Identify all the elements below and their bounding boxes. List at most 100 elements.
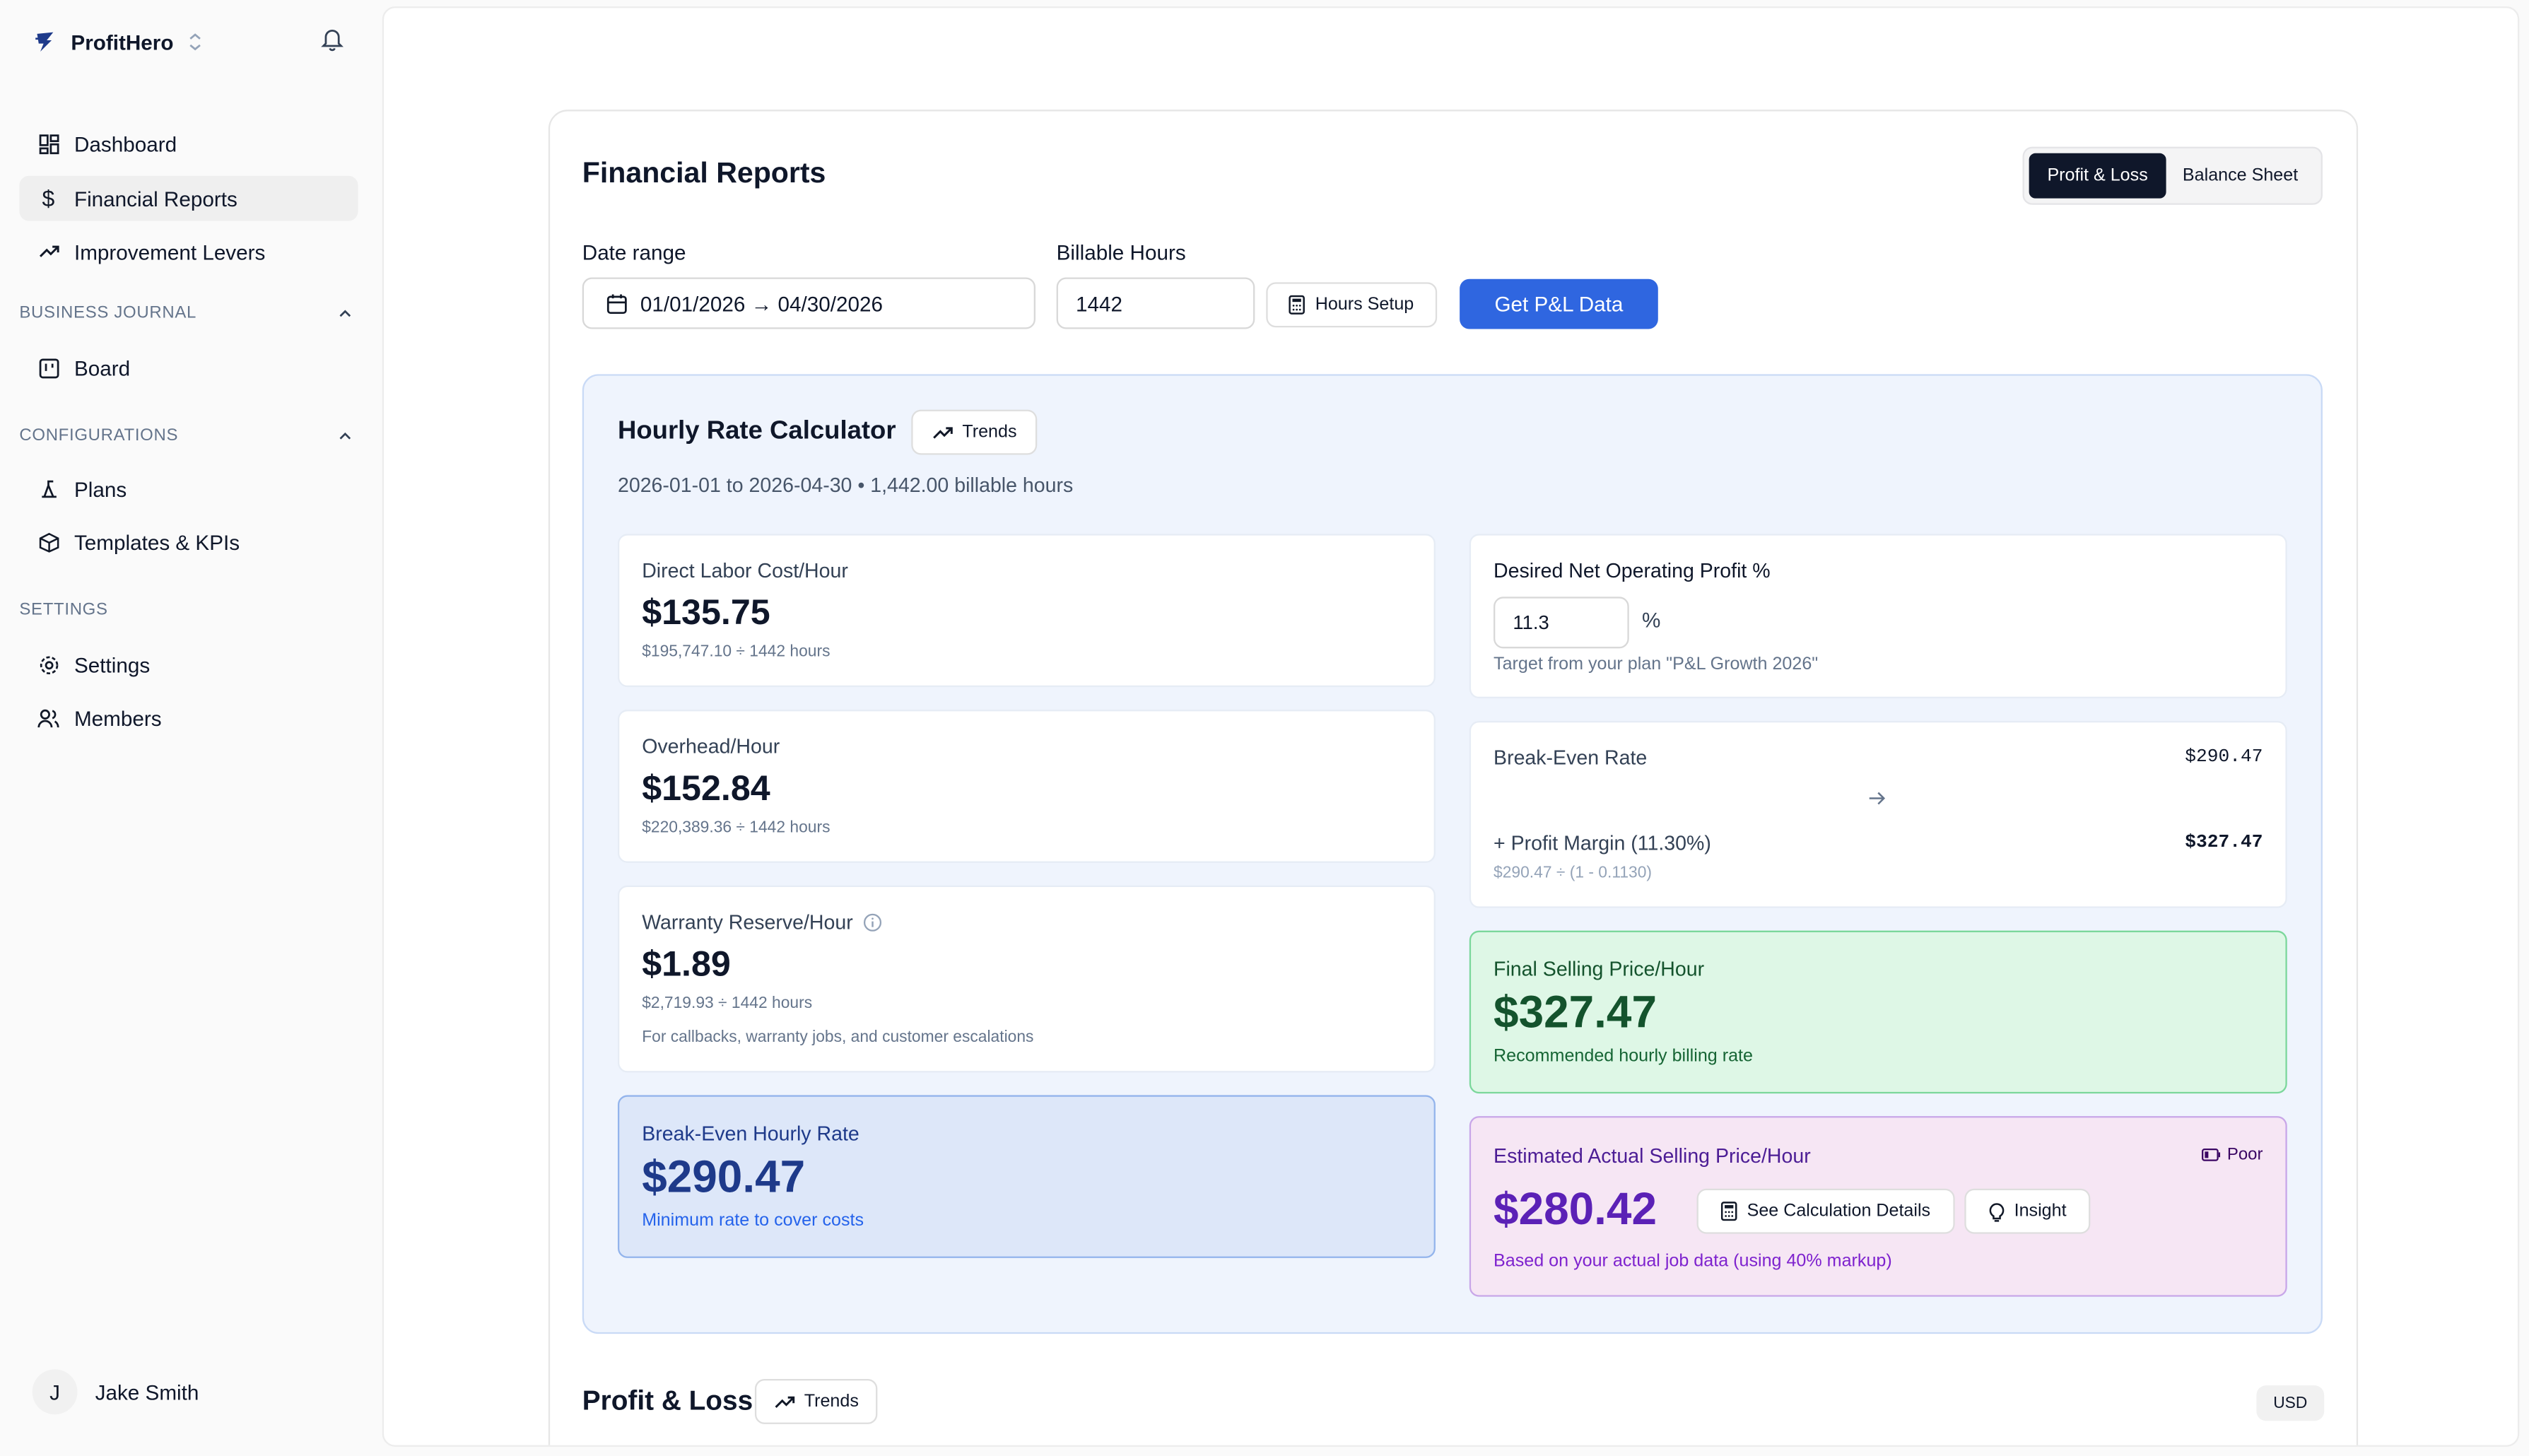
warranty-value: $1.89 xyxy=(642,943,731,984)
calculator-title: Hourly Rate Calculator xyxy=(617,418,896,445)
warranty-label: Warranty Reserve/Hour xyxy=(642,911,853,934)
plans-icon xyxy=(37,477,59,500)
estimated-price-note: Based on your actual job data (using 40%… xyxy=(1494,1251,1892,1272)
trends-label: Trends xyxy=(962,422,1017,442)
sidebar: ProfitHero Dashboard $ Financial Reports… xyxy=(0,0,382,1456)
status-badge: Poor xyxy=(2201,1145,2263,1165)
trending-up-icon xyxy=(932,425,953,440)
arrow-right-icon xyxy=(1867,790,1887,806)
direct-labor-label: Direct Labor Cost/Hour xyxy=(642,559,848,582)
trending-up-icon xyxy=(773,1395,794,1409)
sidebar-item-templates-kpis[interactable]: Templates & KPIs xyxy=(19,519,358,565)
desired-profit-card: Desired Net Operating Profit % % Target … xyxy=(1469,534,2287,699)
overhead-card: Overhead/Hour $152.84 $220,389.36 ÷ 1442… xyxy=(617,710,1436,863)
chevron-up-icon xyxy=(339,303,351,322)
warranty-card: Warranty Reserve/Hour $1.89 $2,719.93 ÷ … xyxy=(617,885,1436,1073)
date-range-value: 01/01/2026 → 04/30/2026 xyxy=(640,290,884,316)
insight-label: Insight xyxy=(2014,1202,2067,1221)
currency-badge: USD xyxy=(2256,1385,2325,1421)
hourly-rate-calculator: Hourly Rate Calculator Trends 2026-01-01… xyxy=(582,374,2323,1334)
sidebar-item-label: Templates & KPIs xyxy=(74,529,240,554)
users-icon xyxy=(37,706,59,729)
date-range-label: Date range xyxy=(582,240,686,265)
estimated-price-value: $280.42 xyxy=(1494,1183,1657,1234)
section-title: SETTINGS xyxy=(19,599,108,620)
billable-hours-label: Billable Hours xyxy=(1056,240,1186,265)
overhead-formula: $220,389.36 ÷ 1442 hours xyxy=(642,819,831,838)
final-price-note: Recommended hourly billing rate xyxy=(1494,1046,1753,1067)
final-price-label: Final Selling Price/Hour xyxy=(1494,958,1705,981)
break-even-value: $290.47 xyxy=(642,1151,806,1202)
pl-trends-button[interactable]: Trends xyxy=(754,1379,878,1424)
warranty-note: For callbacks, warranty jobs, and custom… xyxy=(642,1028,1034,1047)
status-label: Poor xyxy=(2226,1145,2263,1165)
dashboard-grid-icon xyxy=(37,132,59,155)
get-pl-data-button[interactable]: Get P&L Data xyxy=(1460,278,1658,329)
main-content: Financial Reports Profit & Loss Balance … xyxy=(382,6,2520,1447)
final-price-card: Final Selling Price/Hour $327.47 Recomme… xyxy=(1469,930,2287,1094)
info-icon[interactable] xyxy=(862,913,881,932)
hours-setup-button[interactable]: Hours Setup xyxy=(1266,282,1438,328)
calculator-icon xyxy=(1721,1202,1737,1221)
section-title: BUSINESS JOURNAL xyxy=(19,303,196,323)
brand-switcher[interactable]: ProfitHero xyxy=(33,26,203,59)
insight-button[interactable]: Insight xyxy=(1964,1188,2091,1234)
brand-name: ProfitHero xyxy=(71,30,174,54)
sidebar-item-financial-reports[interactable]: $ Financial Reports xyxy=(19,175,358,221)
trends-label: Trends xyxy=(804,1392,859,1411)
sidebar-item-plans[interactable]: Plans xyxy=(19,466,358,511)
section-configurations[interactable]: CONFIGURATIONS xyxy=(19,424,351,447)
financial-reports-card: Financial Reports Profit & Loss Balance … xyxy=(548,110,2359,1445)
section-settings: SETTINGS xyxy=(19,599,351,621)
sidebar-item-label: Board xyxy=(74,356,131,380)
sidebar-item-label: Members xyxy=(74,705,162,730)
sidebar-item-dashboard[interactable]: Dashboard xyxy=(19,121,358,166)
see-calculation-details-button[interactable]: See Calculation Details xyxy=(1696,1188,1955,1234)
break-even-label: Break-Even Hourly Rate xyxy=(642,1122,859,1146)
sidebar-item-board[interactable]: Board xyxy=(19,345,358,390)
desired-profit-input[interactable] xyxy=(1494,597,1629,649)
section-title: CONFIGURATIONS xyxy=(19,425,179,445)
kanban-board-icon xyxy=(37,356,59,379)
break-even-card: Break-Even Hourly Rate $290.47 Minimum r… xyxy=(617,1095,1436,1258)
calculator-subtitle: 2026-01-01 to 2026-04-30 • 1,442.00 bill… xyxy=(617,474,1074,497)
overhead-label: Overhead/Hour xyxy=(642,735,780,758)
sidebar-item-settings[interactable]: Settings xyxy=(19,642,358,687)
sidebar-item-label: Settings xyxy=(74,652,151,677)
user-name: Jake Smith xyxy=(95,1380,199,1404)
rate-breakdown-card: Break-Even Rate $290.47 + Profit Margin … xyxy=(1469,721,2287,908)
sidebar-item-improvement-levers[interactable]: Improvement Levers xyxy=(19,229,358,274)
tab-balance-sheet[interactable]: Balance Sheet xyxy=(2166,153,2315,199)
sidebar-item-label: Improvement Levers xyxy=(74,239,266,264)
estimated-price-card: Estimated Actual Selling Price/Hour Poor… xyxy=(1469,1116,2287,1297)
sidebar-item-label: Financial Reports xyxy=(74,186,237,211)
date-range-picker[interactable]: 01/01/2026 → 04/30/2026 xyxy=(582,277,1035,329)
breakdown-margin-label: + Profit Margin (11.30%) xyxy=(1494,832,1711,855)
overhead-value: $152.84 xyxy=(642,768,770,809)
billable-hours-input[interactable] xyxy=(1056,277,1255,329)
gear-icon xyxy=(37,653,59,676)
lightbulb-icon xyxy=(1988,1201,2005,1222)
chevron-up-icon xyxy=(339,425,351,445)
chevrons-up-down-icon xyxy=(187,33,203,52)
calendar-icon xyxy=(606,293,628,314)
desired-profit-label: Desired Net Operating Profit % xyxy=(1494,559,1771,582)
calculator-icon xyxy=(1289,295,1305,315)
user-menu[interactable]: J Jake Smith xyxy=(32,1369,199,1415)
trending-up-icon xyxy=(37,240,59,263)
tab-profit-loss[interactable]: Profit & Loss xyxy=(2029,153,2166,199)
bell-icon[interactable] xyxy=(321,28,344,52)
calculator-trends-button[interactable]: Trends xyxy=(911,409,1038,455)
profithero-logo-icon xyxy=(33,29,59,55)
percent-unit: % xyxy=(1641,608,1661,633)
pl-section-title: Profit & Loss xyxy=(582,1385,753,1416)
dollar-icon: $ xyxy=(42,185,55,211)
sidebar-item-members[interactable]: Members xyxy=(19,695,358,740)
section-business-journal[interactable]: BUSINESS JOURNAL xyxy=(19,302,351,324)
breakdown-break-even-value: $290.47 xyxy=(2185,746,2263,768)
direct-labor-card: Direct Labor Cost/Hour $135.75 $195,747.… xyxy=(617,534,1436,688)
breakdown-break-even-label: Break-Even Rate xyxy=(1494,746,1648,770)
report-type-toggle: Profit & Loss Balance Sheet xyxy=(2022,146,2323,205)
warranty-label-row: Warranty Reserve/Hour xyxy=(642,911,882,934)
final-price-value: $327.47 xyxy=(1494,987,1657,1038)
